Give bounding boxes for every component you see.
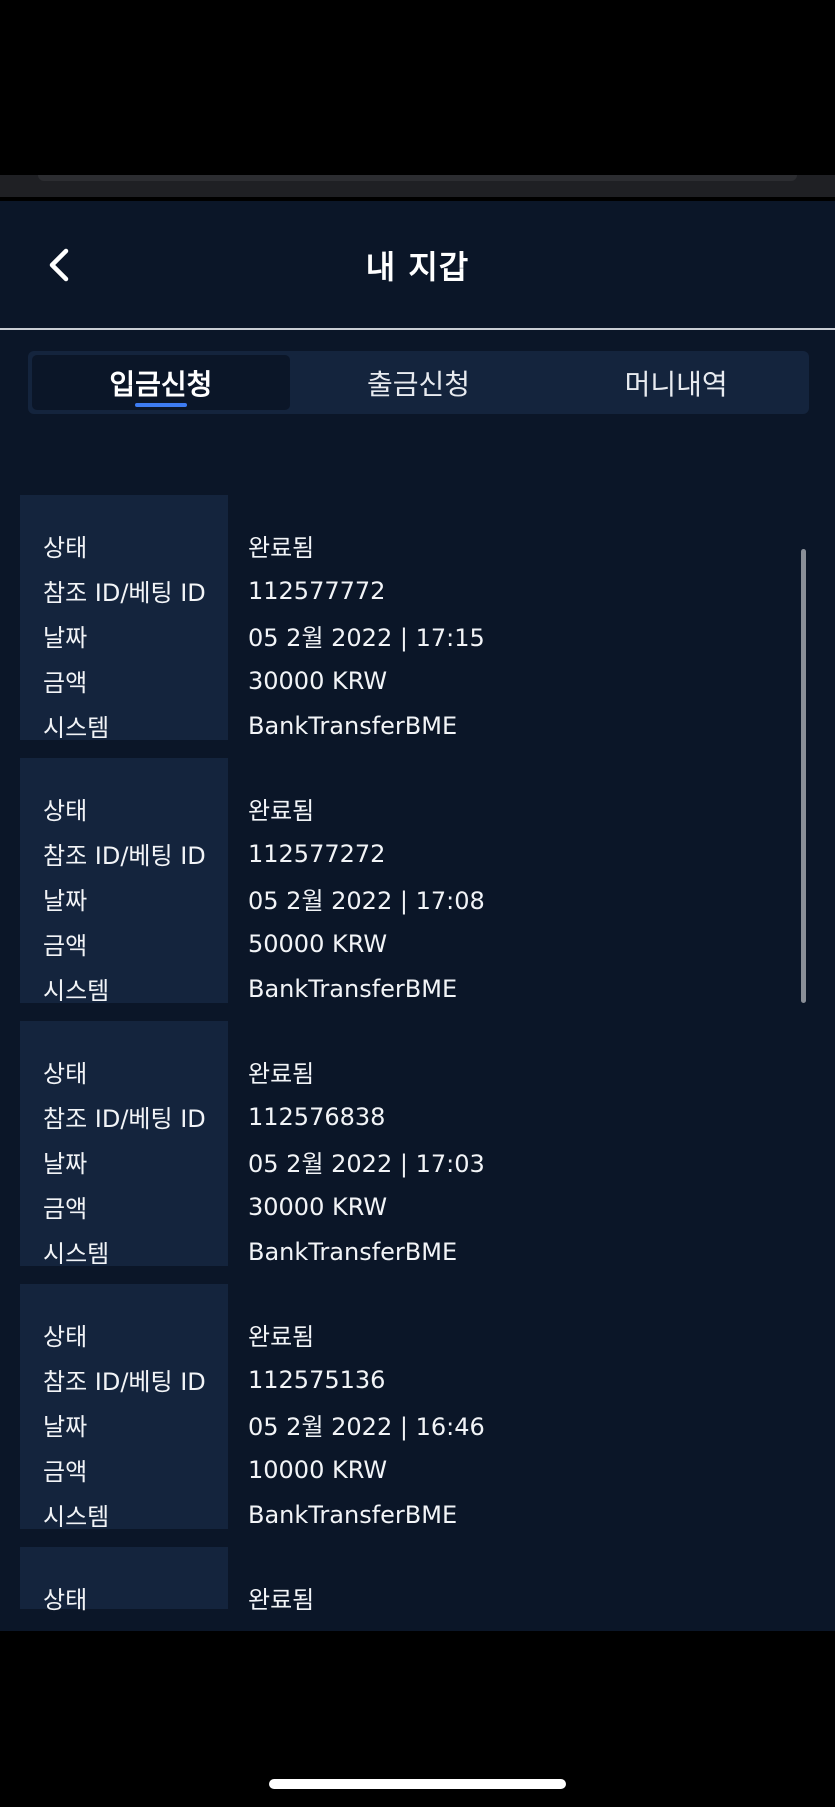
date-value: 05 2월 2022 | 16:46 bbox=[248, 1413, 485, 1441]
ref-id-label: 참조 ID/베팅 ID bbox=[43, 1105, 206, 1133]
date-label: 날짜 bbox=[43, 887, 88, 915]
ref-id-value: 112577272 bbox=[248, 839, 386, 868]
tab-withdraw-request[interactable]: 출금신청 bbox=[290, 355, 548, 410]
system-value: BankTransferBME bbox=[248, 711, 458, 740]
system-label: 시스템 bbox=[43, 1503, 110, 1531]
transaction-card: 상태 참조 ID/베팅 ID 날짜 금액 시스템 완료됨 112576838 0… bbox=[20, 1021, 800, 1268]
system-label: 시스템 bbox=[43, 1240, 110, 1268]
tab-label: 입금신청 bbox=[109, 367, 213, 401]
label-column: 상태 참조 ID/베팅 ID 날짜 금액 시스템 bbox=[20, 1284, 228, 1531]
active-tab-indicator bbox=[134, 403, 187, 407]
date-label: 날짜 bbox=[43, 624, 88, 652]
date-value: 05 2월 2022 | 17:08 bbox=[248, 887, 485, 915]
ref-id-value: 112577772 bbox=[248, 576, 386, 605]
wallet-page: 내 지갑 입금신청 출금신청 머니내역 상태 참조 ID/베팅 ID 날짜 금액… bbox=[0, 201, 835, 1631]
sheet-edge bbox=[38, 175, 797, 181]
label-column: 상태 참조 ID/베팅 ID 날짜 금액 시스템 bbox=[20, 758, 228, 1005]
status-value: 완료됨 bbox=[248, 534, 315, 562]
value-column: 완료됨 112577772 05 2월 2022 | 17:15 30000 K… bbox=[228, 495, 800, 740]
phone-screen: 내 지갑 입금신청 출금신청 머니내역 상태 참조 ID/베팅 ID 날짜 금액… bbox=[0, 0, 835, 1807]
scrollbar[interactable] bbox=[801, 549, 806, 1003]
status-value: 완료됨 bbox=[248, 1586, 315, 1614]
value-column: 완료됨 112576838 05 2월 2022 | 17:03 30000 K… bbox=[228, 1021, 800, 1266]
amount-value: 30000 KRW bbox=[248, 666, 388, 695]
back-button[interactable] bbox=[36, 241, 84, 289]
status-value: 완료됨 bbox=[248, 1323, 315, 1351]
home-indicator[interactable] bbox=[269, 1779, 566, 1789]
header: 내 지갑 bbox=[0, 201, 835, 328]
status-label: 상태 bbox=[43, 1060, 88, 1088]
label-column: 상태 참조 ID/베팅 ID 날짜 금액 시스템 bbox=[20, 1021, 228, 1268]
tab-label: 출금신청 bbox=[366, 367, 471, 401]
amount-label: 금액 bbox=[43, 932, 88, 960]
transaction-card: 상태 완료됨 bbox=[20, 1547, 800, 1614]
transaction-card: 상태 참조 ID/베팅 ID 날짜 금액 시스템 완료됨 112575136 0… bbox=[20, 1284, 800, 1531]
tab-bar: 입금신청 출금신청 머니내역 bbox=[28, 351, 809, 414]
tab-money-history[interactable]: 머니내역 bbox=[547, 355, 805, 410]
transaction-card: 상태 참조 ID/베팅 ID 날짜 금액 시스템 완료됨 112577772 0… bbox=[20, 495, 800, 742]
system-value: BankTransferBME bbox=[248, 974, 458, 1003]
system-label: 시스템 bbox=[43, 977, 110, 1005]
header-divider bbox=[0, 328, 835, 330]
page-title: 내 지갑 bbox=[365, 247, 470, 286]
system-label: 시스템 bbox=[43, 714, 110, 742]
amount-label: 금액 bbox=[43, 669, 88, 697]
chevron-left-icon bbox=[49, 248, 69, 282]
status-value: 완료됨 bbox=[248, 1060, 315, 1088]
status-value: 완료됨 bbox=[248, 797, 315, 825]
amount-value: 30000 KRW bbox=[248, 1192, 388, 1221]
ref-id-label: 참조 ID/베팅 ID bbox=[43, 842, 206, 870]
system-value: BankTransferBME bbox=[248, 1237, 458, 1266]
amount-label: 금액 bbox=[43, 1195, 88, 1223]
value-column: 완료됨 bbox=[228, 1547, 800, 1614]
label-column: 상태 참조 ID/베팅 ID 날짜 금액 시스템 bbox=[20, 495, 228, 742]
date-label: 날짜 bbox=[43, 1413, 88, 1441]
status-label: 상태 bbox=[43, 1586, 88, 1614]
status-label: 상태 bbox=[43, 797, 88, 825]
value-column: 완료됨 112575136 05 2월 2022 | 16:46 10000 K… bbox=[228, 1284, 800, 1529]
date-label: 날짜 bbox=[43, 1150, 88, 1178]
status-label: 상태 bbox=[43, 534, 88, 562]
ref-id-label: 참조 ID/베팅 ID bbox=[43, 1368, 206, 1396]
ref-id-value: 112576838 bbox=[248, 1102, 386, 1131]
date-value: 05 2월 2022 | 17:15 bbox=[248, 624, 485, 652]
status-label: 상태 bbox=[43, 1323, 88, 1351]
amount-label: 금액 bbox=[43, 1458, 88, 1486]
ref-id-label: 참조 ID/베팅 ID bbox=[43, 579, 206, 607]
transaction-card: 상태 참조 ID/베팅 ID 날짜 금액 시스템 완료됨 112577272 0… bbox=[20, 758, 800, 1005]
amount-value: 10000 KRW bbox=[248, 1455, 388, 1484]
amount-value: 50000 KRW bbox=[248, 929, 388, 958]
system-value: BankTransferBME bbox=[248, 1500, 458, 1529]
transaction-list: 상태 참조 ID/베팅 ID 날짜 금액 시스템 완료됨 112577772 0… bbox=[20, 495, 800, 1627]
tab-deposit-request[interactable]: 입금신청 bbox=[32, 355, 290, 410]
tab-label: 머니내역 bbox=[624, 367, 728, 401]
value-column: 완료됨 112577272 05 2월 2022 | 17:08 50000 K… bbox=[228, 758, 800, 1003]
date-value: 05 2월 2022 | 17:03 bbox=[248, 1150, 485, 1178]
ref-id-value: 112575136 bbox=[248, 1365, 386, 1394]
label-column: 상태 bbox=[20, 1547, 228, 1614]
